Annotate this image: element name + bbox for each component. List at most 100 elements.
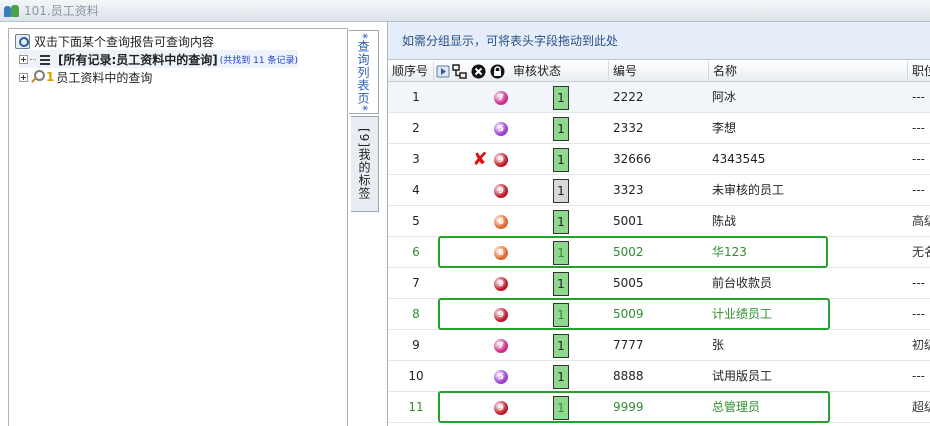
rejected-icon [470, 330, 490, 361]
query-root-icon [15, 33, 30, 49]
expand-icon[interactable] [19, 54, 28, 64]
level-badge: 9 [490, 144, 512, 175]
cell-seq: 5 [412, 214, 420, 228]
cell-seq: 6 [412, 245, 420, 259]
cell-position: --- [912, 90, 925, 104]
audit-value: 1 [553, 148, 569, 172]
audit-status[interactable]: 1 [553, 82, 573, 113]
audit-value: 1 [553, 179, 569, 203]
audit-status[interactable]: 1 [553, 175, 573, 206]
query-tree-panel: 双击下面某个查询报告可查询内容 [所有记录:员工资料中的查询] (共找到 11 … [8, 28, 348, 426]
column-header-code[interactable]: 编号 [609, 61, 709, 82]
cell-position: --- [912, 307, 925, 321]
level-value: 5 [494, 122, 508, 136]
cell-seq: 1 [412, 90, 420, 104]
window-titlebar: 101.员工资料 [0, 0, 930, 22]
row-highlight-box [438, 298, 830, 330]
audit-value: 1 [553, 210, 569, 234]
tree-root[interactable]: 双击下面某个查询报告可查询内容 [15, 33, 214, 49]
level-badge: 6 [490, 206, 512, 237]
cell-position: 高级 [912, 214, 930, 228]
query-number: 1 [46, 70, 55, 84]
table-row[interactable]: 2 5 1 2332 李想 --- [388, 113, 930, 144]
group-bar-hint: 如需分组显示，可将表头字段拖动到此处 [402, 34, 619, 48]
row-highlight-box [438, 391, 830, 423]
cell-code: 5005 [613, 276, 644, 290]
audit-status[interactable]: 1 [553, 268, 573, 299]
cell-name: 陈战 [712, 214, 737, 228]
cell-name: 前台收款员 [712, 276, 773, 290]
level-value: 9 [494, 277, 508, 291]
lock-icon[interactable] [490, 64, 505, 79]
level-value: 9 [494, 153, 508, 167]
table-row[interactable]: 4 9 1 3323 未审核的员工 --- [388, 175, 930, 206]
cell-seq: 2 [412, 121, 420, 135]
level-badge: 9 [490, 175, 512, 206]
level-value: 5 [494, 370, 508, 384]
tree-node-label: 员工资料中的查询 [56, 70, 153, 85]
audit-status[interactable]: 1 [553, 144, 573, 175]
cell-seq: 11 [408, 400, 424, 414]
level-badge: 5 [490, 361, 512, 392]
column-header-name[interactable]: 名称 [709, 61, 908, 82]
table-row[interactable]: 10 5 1 8888 试用版员工 --- [388, 361, 930, 392]
level-value: 6 [494, 215, 508, 229]
cell-name: 李想 [712, 121, 737, 135]
cell-code: 2222 [613, 90, 644, 104]
audit-status[interactable]: 1 [553, 206, 573, 237]
users-icon [4, 4, 20, 18]
column-header-seq[interactable]: 顺序号 [388, 61, 434, 82]
cell-seq: 10 [408, 369, 424, 383]
cell-seq: 8 [412, 307, 420, 321]
cell-seq: 4 [412, 183, 420, 197]
audit-status[interactable]: 1 [553, 361, 573, 392]
cell-name: 阿冰 [712, 90, 737, 104]
table-row[interactable]: 7 9 1 5005 前台收款员 --- [388, 268, 930, 299]
cell-code: 2332 [613, 121, 644, 135]
cell-position: --- [912, 276, 925, 290]
cell-position: 超级 [912, 400, 930, 414]
cell-position: 初级 [912, 338, 930, 352]
level-value: 7 [494, 339, 508, 353]
cell-code: 7777 [613, 338, 644, 352]
play-icon[interactable] [436, 64, 451, 79]
tree-node-label: [所有记录:员工资料中的查询] [58, 52, 218, 67]
rejected-icon [470, 113, 490, 144]
cell-position: 无名 [912, 245, 930, 259]
grid-header: 顺序号 审核状态 编号 名称 职位 [388, 61, 930, 82]
audit-value: 1 [553, 117, 569, 141]
table-row[interactable]: 9 7 1 7777 张 初级 [388, 330, 930, 361]
rejected-icon: ✘ [472, 149, 488, 170]
column-header-audit[interactable]: 审核状态 [509, 61, 609, 82]
expand-icon[interactable] [19, 72, 28, 82]
cell-position: --- [912, 369, 925, 383]
table-row[interactable]: 5 6 1 5001 陈战 高级 [388, 206, 930, 237]
tab-my-labels[interactable]: [9]我的标签 [351, 116, 379, 212]
rejected-icon [470, 206, 490, 237]
column-header-position[interactable]: 职位 [908, 61, 930, 82]
cell-position: --- [912, 183, 925, 197]
tab-query-list[interactable]: *查询列表页* [349, 30, 379, 114]
audit-status[interactable]: 1 [553, 113, 573, 144]
audit-value: 1 [553, 334, 569, 358]
results-panel: 如需分组显示，可将表头字段拖动到此处 顺序号 审核状态 编号 名称 职位 1 7 1… [387, 22, 930, 426]
hierarchy-icon[interactable] [452, 64, 467, 79]
group-by-drop-area[interactable]: 如需分组显示，可将表头字段拖动到此处 [388, 22, 930, 60]
cell-code: 32666 [613, 152, 652, 166]
cell-name: 未审核的员工 [712, 183, 785, 197]
search-icon [30, 70, 45, 84]
rejected-icon [470, 361, 490, 392]
table-row[interactable]: 3 ✘ 9 1 32666 4343545 --- [388, 144, 930, 175]
tree-node-all-records[interactable]: [所有记录:员工资料中的查询] (共找到 11 条记录) [19, 50, 298, 68]
rejected-icon [470, 82, 490, 113]
record-count: (共找到 11 条记录) [219, 55, 298, 66]
cancel-icon[interactable] [471, 64, 486, 79]
tree-root-label: 双击下面某个查询报告可查询内容 [34, 34, 215, 49]
rejected-icon [470, 175, 490, 206]
table-row[interactable]: 1 7 1 2222 阿冰 --- [388, 82, 930, 113]
rejected-icon [470, 268, 490, 299]
level-value: 9 [494, 184, 508, 198]
audit-status[interactable]: 1 [553, 330, 573, 361]
tree-node-staff-query[interactable]: 1 员工资料中的查询 [19, 68, 152, 86]
audit-value: 1 [553, 86, 569, 110]
